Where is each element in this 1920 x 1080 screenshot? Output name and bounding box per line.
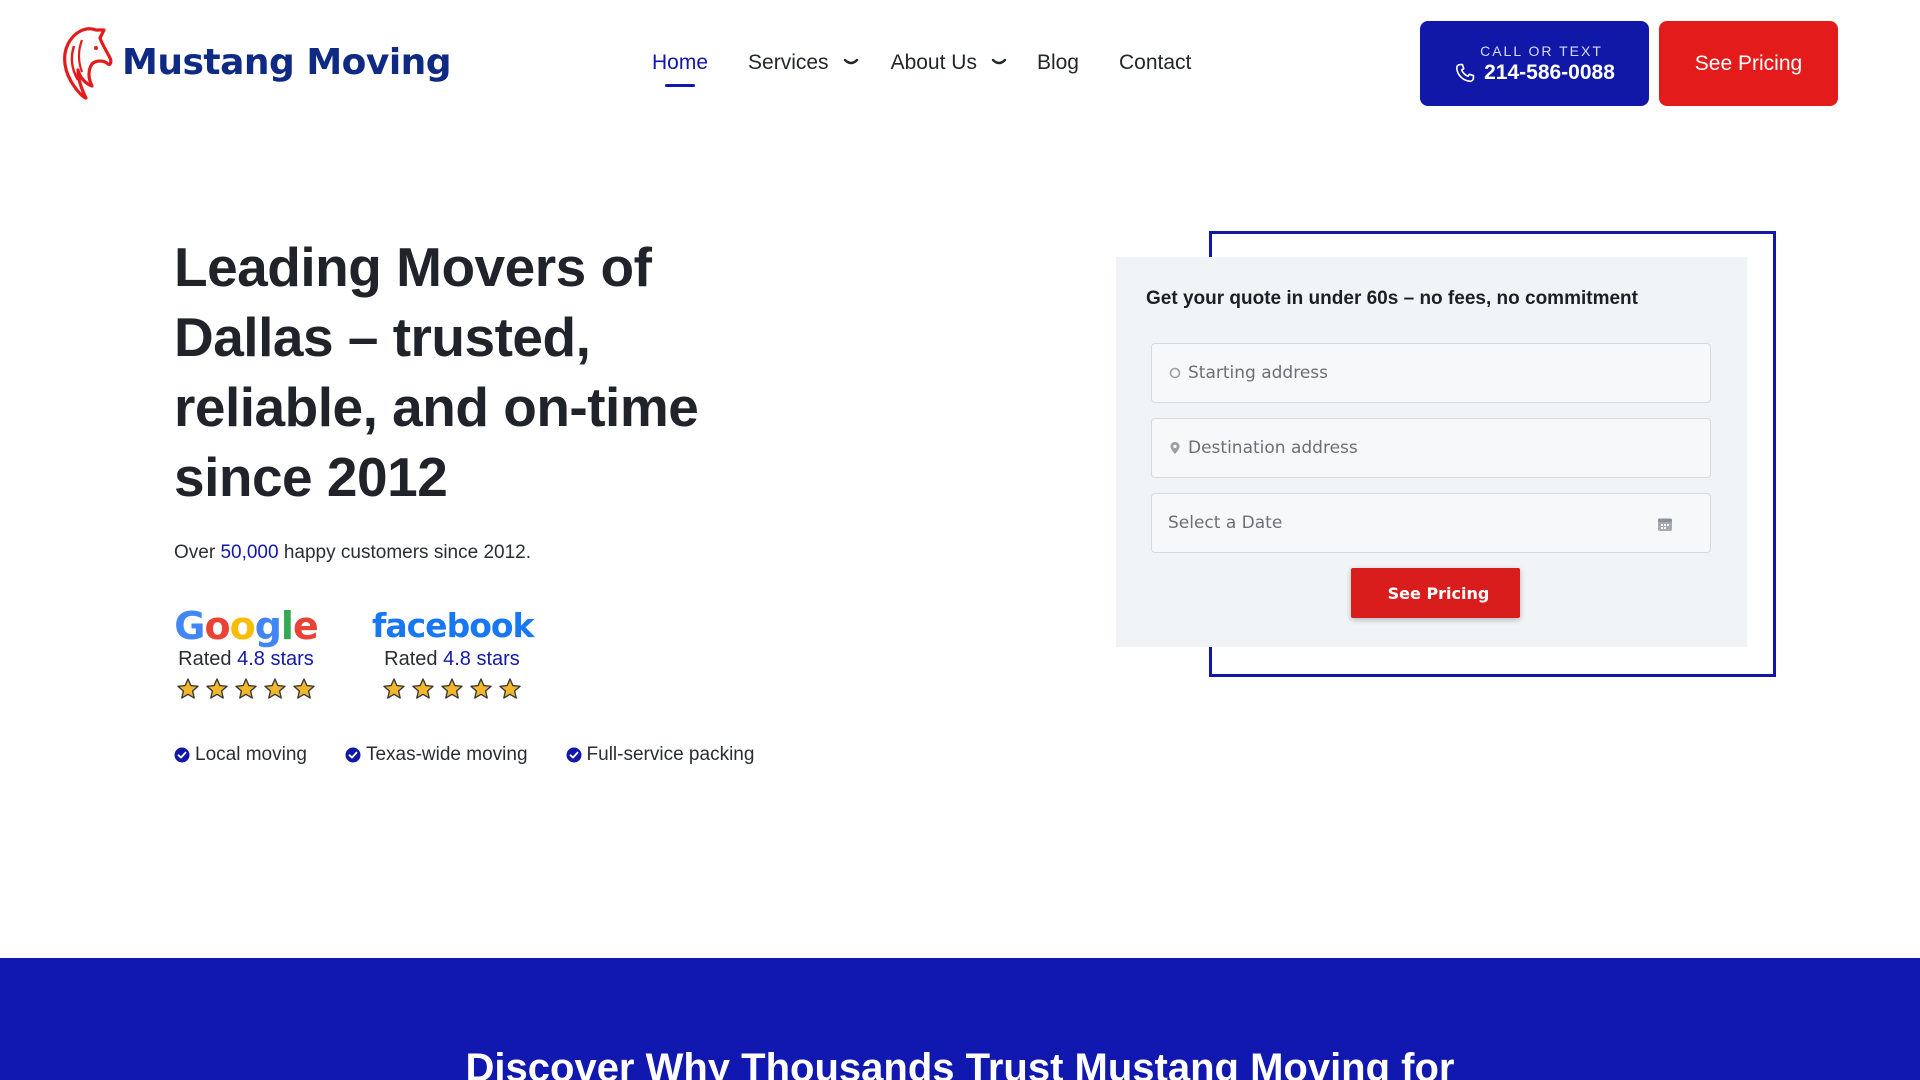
google-rated-text: Rated 4.8 stars [166,648,326,671]
origin-circle-icon [1169,367,1181,379]
submit-label: See Pricing [1387,583,1490,603]
facebook-logo: facebook [372,606,534,645]
destination-address-placeholder: Destination address [1188,438,1358,458]
destination-address-input[interactable]: Destination address [1151,418,1711,478]
customer-count: 50,000 [220,542,279,563]
star-icon [412,678,434,699]
calendar-icon[interactable] [1656,515,1674,533]
chevron-down-icon [991,58,1007,65]
call-or-text-label: CALL OR TEXT [1480,42,1603,59]
facebook-rated-value: 4.8 stars [443,648,520,670]
main-nav: Home Services About Us Blog Contact [640,46,1191,80]
feature-item: Texas-wide moving [345,744,528,766]
site-header: Mustang Moving Home Services About Us Bl… [0,0,1920,126]
check-circle-icon [345,747,361,763]
move-date-input[interactable]: Select a Date [1151,493,1711,553]
trust-section: Discover Why Thousands Trust Mustang Mov… [0,958,1920,1080]
starting-address-placeholder: Starting address [1188,363,1329,383]
feature-item: Full-service packing [566,744,755,766]
logo-link[interactable]: Mustang Moving [56,24,452,100]
google-rated-prefix: Rated [178,648,238,670]
horse-head-icon [63,27,113,100]
call-or-text-button[interactable]: CALL OR TEXT 214-586-0088 [1420,21,1649,106]
call-number: 214-586-0088 [1484,60,1615,84]
nav-about-us[interactable]: About Us [891,51,1007,75]
star-icon [470,678,492,699]
star-icon [499,678,521,699]
facebook-stars [372,677,532,701]
google-rating: Google Rated 4.8 stars [166,604,326,701]
star-icon [293,678,315,699]
call-number-row: 214-586-0088 [1454,61,1615,85]
feature-label: Full-service packing [586,744,755,765]
star-icon [206,678,228,699]
hero-sub-suffix: happy customers since 2012. [278,542,531,563]
feature-item: Local moving [174,744,307,766]
phone-icon [1456,63,1475,82]
see-pricing-header-button[interactable]: See Pricing [1659,21,1838,106]
facebook-rated-text: Rated 4.8 stars [372,648,532,671]
feature-label: Texas-wide moving [365,744,528,765]
feature-label: Local moving [195,744,307,765]
hero-subtitle: Over 50,000 happy customers since 2012. [174,542,531,564]
nav-contact[interactable]: Contact [1119,51,1191,75]
check-circle-icon [566,747,582,763]
quote-form-title: Get your quote in under 60s – no fees, n… [1146,288,1638,309]
star-icon [383,678,405,699]
hero-sub-prefix: Over [174,542,221,563]
logo-text: Mustang Moving [122,41,452,83]
google-stars [166,677,326,701]
nav-contact-label: Contact [1118,51,1192,74]
nav-about-label: About Us [890,51,977,74]
nav-home-label: Home [652,51,709,74]
starting-address-input[interactable]: Starting address [1151,343,1711,403]
check-circle-icon [174,747,190,763]
google-logo: Google [174,604,318,648]
nav-services-label: Services [748,51,829,74]
nav-home[interactable]: Home [652,51,708,75]
star-icon [235,678,257,699]
nav-blog[interactable]: Blog [1037,51,1079,75]
feature-list: Local moving Texas-wide moving Full-serv… [174,744,754,766]
nav-blog-label: Blog [1036,51,1079,74]
star-icon [264,678,286,699]
trust-section-title: Discover Why Thousands Trust Mustang Mov… [465,1046,1455,1080]
star-icon [177,678,199,699]
facebook-rated-prefix: Rated [384,648,444,670]
move-date-placeholder: Select a Date [1168,513,1283,533]
star-icon [441,678,463,699]
nav-services[interactable]: Services [748,51,859,75]
see-pricing-submit-button[interactable]: See Pricing [1351,568,1520,618]
chevron-down-icon [843,58,858,65]
hero-title: Leading Movers of Dallas – trusted, reli… [174,236,699,508]
map-pin-icon [1170,442,1180,454]
google-rated-value: 4.8 stars [237,648,314,670]
facebook-rating: facebook Rated 4.8 stars [372,604,534,701]
